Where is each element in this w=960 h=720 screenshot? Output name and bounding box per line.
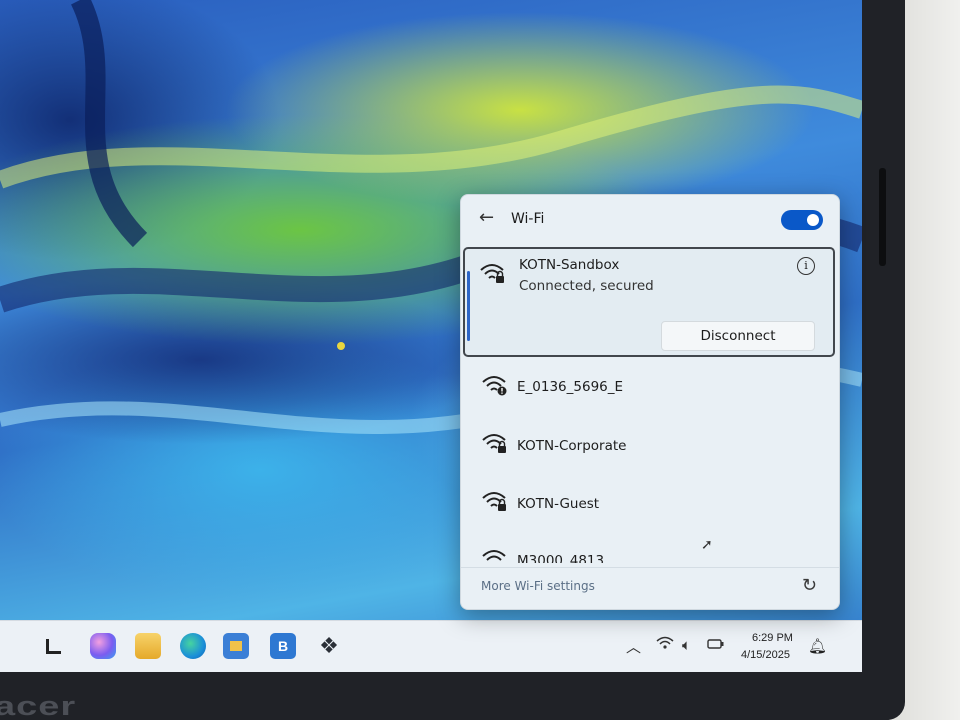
wifi-tray-icon[interactable] bbox=[656, 636, 674, 654]
refresh-icon[interactable]: ↻ bbox=[802, 575, 817, 596]
network-item[interactable]: M3000_4813 bbox=[465, 541, 835, 563]
wifi-flyout: ← Wi-Fi KOTN-Sandbox Connected, secured … bbox=[460, 194, 840, 610]
start-icon[interactable] bbox=[40, 633, 66, 659]
wifi-secured-icon bbox=[480, 264, 504, 283]
connected-network[interactable]: KOTN-Sandbox Connected, secured i Discon… bbox=[463, 247, 835, 357]
network-ssid: KOTN-Guest bbox=[517, 496, 600, 512]
battery-icon[interactable] bbox=[707, 636, 725, 654]
clock-time[interactable]: 6:29 PM bbox=[752, 632, 793, 644]
network-ssid: M3000_4813 bbox=[517, 553, 605, 563]
wifi-secured-icon bbox=[482, 434, 506, 453]
network-ssid: E_0136_5696_E bbox=[517, 379, 624, 395]
wifi-icon bbox=[482, 550, 506, 561]
copilot-icon[interactable] bbox=[90, 633, 116, 659]
network-ssid: KOTN-Sandbox bbox=[519, 257, 620, 273]
network-item[interactable]: E_0136_5696_E bbox=[465, 359, 835, 415]
wifi-toggle[interactable] bbox=[781, 210, 823, 230]
network-item[interactable]: KOTN-Corporate bbox=[465, 417, 835, 473]
photo: B ❖ ︿ 🔈︎ 6:29 PM 4/15/2025 🔔︎ acer ← Wi-… bbox=[0, 0, 960, 720]
acer-logo: acer bbox=[0, 692, 77, 720]
file-explorer-icon[interactable] bbox=[135, 633, 161, 659]
dropbox-icon[interactable]: ❖ bbox=[316, 633, 342, 659]
info-icon[interactable]: i bbox=[797, 257, 815, 275]
notification-bell-icon[interactable]: 🔔︎ bbox=[808, 637, 827, 655]
wifi-warning-icon bbox=[482, 376, 507, 396]
back-arrow-icon[interactable]: ← bbox=[479, 207, 494, 228]
wifi-header: ← Wi-Fi bbox=[461, 195, 839, 245]
edge-icon[interactable] bbox=[180, 633, 206, 659]
volume-icon[interactable]: 🔈︎ bbox=[682, 636, 691, 654]
store-icon[interactable] bbox=[223, 633, 249, 659]
bezel-slot bbox=[879, 168, 886, 266]
mouse-cursor-icon: ➚ bbox=[701, 537, 713, 553]
b-app-icon[interactable]: B bbox=[270, 633, 296, 659]
more-wifi-settings-link[interactable]: More Wi-Fi settings bbox=[481, 579, 595, 593]
wifi-secured-icon bbox=[482, 492, 506, 511]
network-ssid: KOTN-Corporate bbox=[517, 438, 627, 454]
network-item[interactable]: KOTN-Guest bbox=[465, 475, 835, 531]
footer-divider bbox=[461, 567, 839, 568]
chevron-up-icon[interactable]: ︿ bbox=[626, 636, 641, 657]
network-status: Connected, secured bbox=[519, 278, 654, 294]
taskbar: B ❖ bbox=[0, 620, 862, 672]
selection-accent bbox=[467, 271, 470, 341]
disconnect-button[interactable]: Disconnect bbox=[661, 321, 815, 351]
clock-date[interactable]: 4/15/2025 bbox=[741, 649, 790, 661]
wifi-title: Wi-Fi bbox=[511, 211, 545, 227]
